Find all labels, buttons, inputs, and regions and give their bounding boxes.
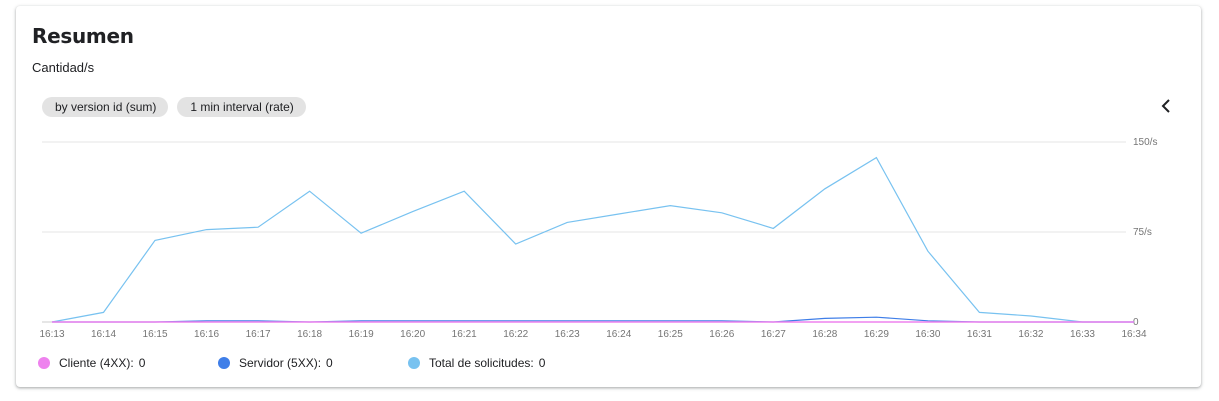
y-tick-label: 150/s	[1133, 137, 1157, 148]
series-line	[51, 156, 1134, 323]
x-tick-label: 16:19	[349, 329, 374, 340]
x-tick-label: 16:18	[297, 329, 322, 340]
x-tick-label: 16:30	[915, 329, 940, 340]
legend-label: Total de solicitudes:	[429, 356, 534, 370]
chart-legend: Cliente (4XX): 0 Servidor (5XX): 0 Total…	[38, 356, 545, 370]
legend-dot	[218, 357, 230, 369]
legend-dot	[408, 357, 420, 369]
x-tick-label: 16:16	[194, 329, 219, 340]
summary-card: Resumen Cantidad/s by version id (sum) 1…	[16, 6, 1201, 387]
y-tick-label: 75/s	[1133, 227, 1152, 238]
legend-item-client-errors[interactable]: Cliente (4XX): 0	[38, 356, 218, 370]
x-tick-label: 16:25	[658, 329, 683, 340]
x-tick-label: 16:23	[555, 329, 580, 340]
x-tick-label: 16:27	[761, 329, 786, 340]
legend-item-server-errors[interactable]: Servidor (5XX): 0	[218, 356, 408, 370]
x-tick-label: 16:17	[246, 329, 271, 340]
x-tick-label: 16:21	[452, 329, 477, 340]
legend-value: 0	[326, 356, 333, 370]
x-tick-label: 16:14	[91, 329, 116, 340]
legend-value: 0	[138, 356, 146, 370]
x-tick-label: 16:15	[143, 329, 168, 340]
x-tick-label: 16:34	[1121, 329, 1146, 340]
x-tick-label: 16:33	[1070, 329, 1095, 340]
legend-value: 0	[538, 356, 546, 370]
x-tick-label: 16:22	[503, 329, 528, 340]
x-tick-label: 16:28	[812, 329, 837, 340]
x-tick-label: 16:31	[967, 329, 992, 340]
legend-label: Cliente (4XX):	[59, 356, 134, 370]
x-tick-label: 16:26	[709, 329, 734, 340]
x-tick-label: 16:29	[864, 329, 889, 340]
legend-dot	[38, 357, 50, 369]
legend-label: Servidor (5XX):	[239, 356, 322, 370]
legend-item-total-requests[interactable]: Total de solicitudes: 0	[408, 356, 545, 370]
x-tick-label: 16:13	[39, 329, 64, 340]
requests-line-chart: 150/s75/s0 16:13 16:14 16:15 16:16 16:17 16:1…	[39, 137, 1157, 340]
x-tick-label: 16:20	[400, 329, 425, 340]
x-tick-label: 16:32	[1018, 329, 1043, 340]
x-tick-label: 16:24	[606, 329, 631, 340]
